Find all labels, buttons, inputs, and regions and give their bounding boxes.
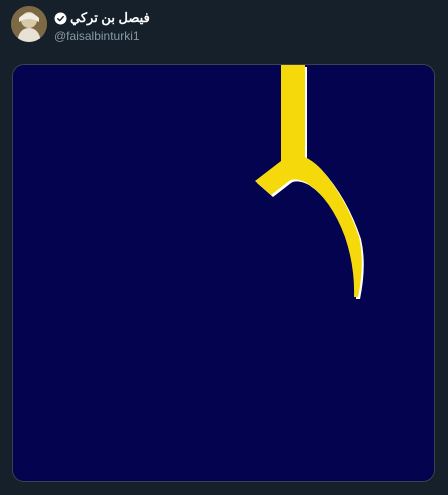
author-handle[interactable]: @faisalbinturki1	[54, 28, 150, 44]
author-display-name: فيصل بن تركي	[70, 10, 150, 25]
verified-badge-icon	[54, 12, 67, 24]
author-avatar[interactable]	[11, 6, 47, 42]
tweet-media[interactable]	[12, 64, 435, 482]
avatar-image	[11, 6, 47, 42]
media-gif-frame	[13, 65, 434, 481]
media-background	[13, 65, 434, 481]
tweet: فيصل بن تركي @faisalbinturki1	[0, 0, 448, 495]
author-info: فيصل بن تركي @faisalbinturki1	[54, 10, 150, 44]
author-name-row[interactable]: فيصل بن تركي	[54, 10, 150, 26]
